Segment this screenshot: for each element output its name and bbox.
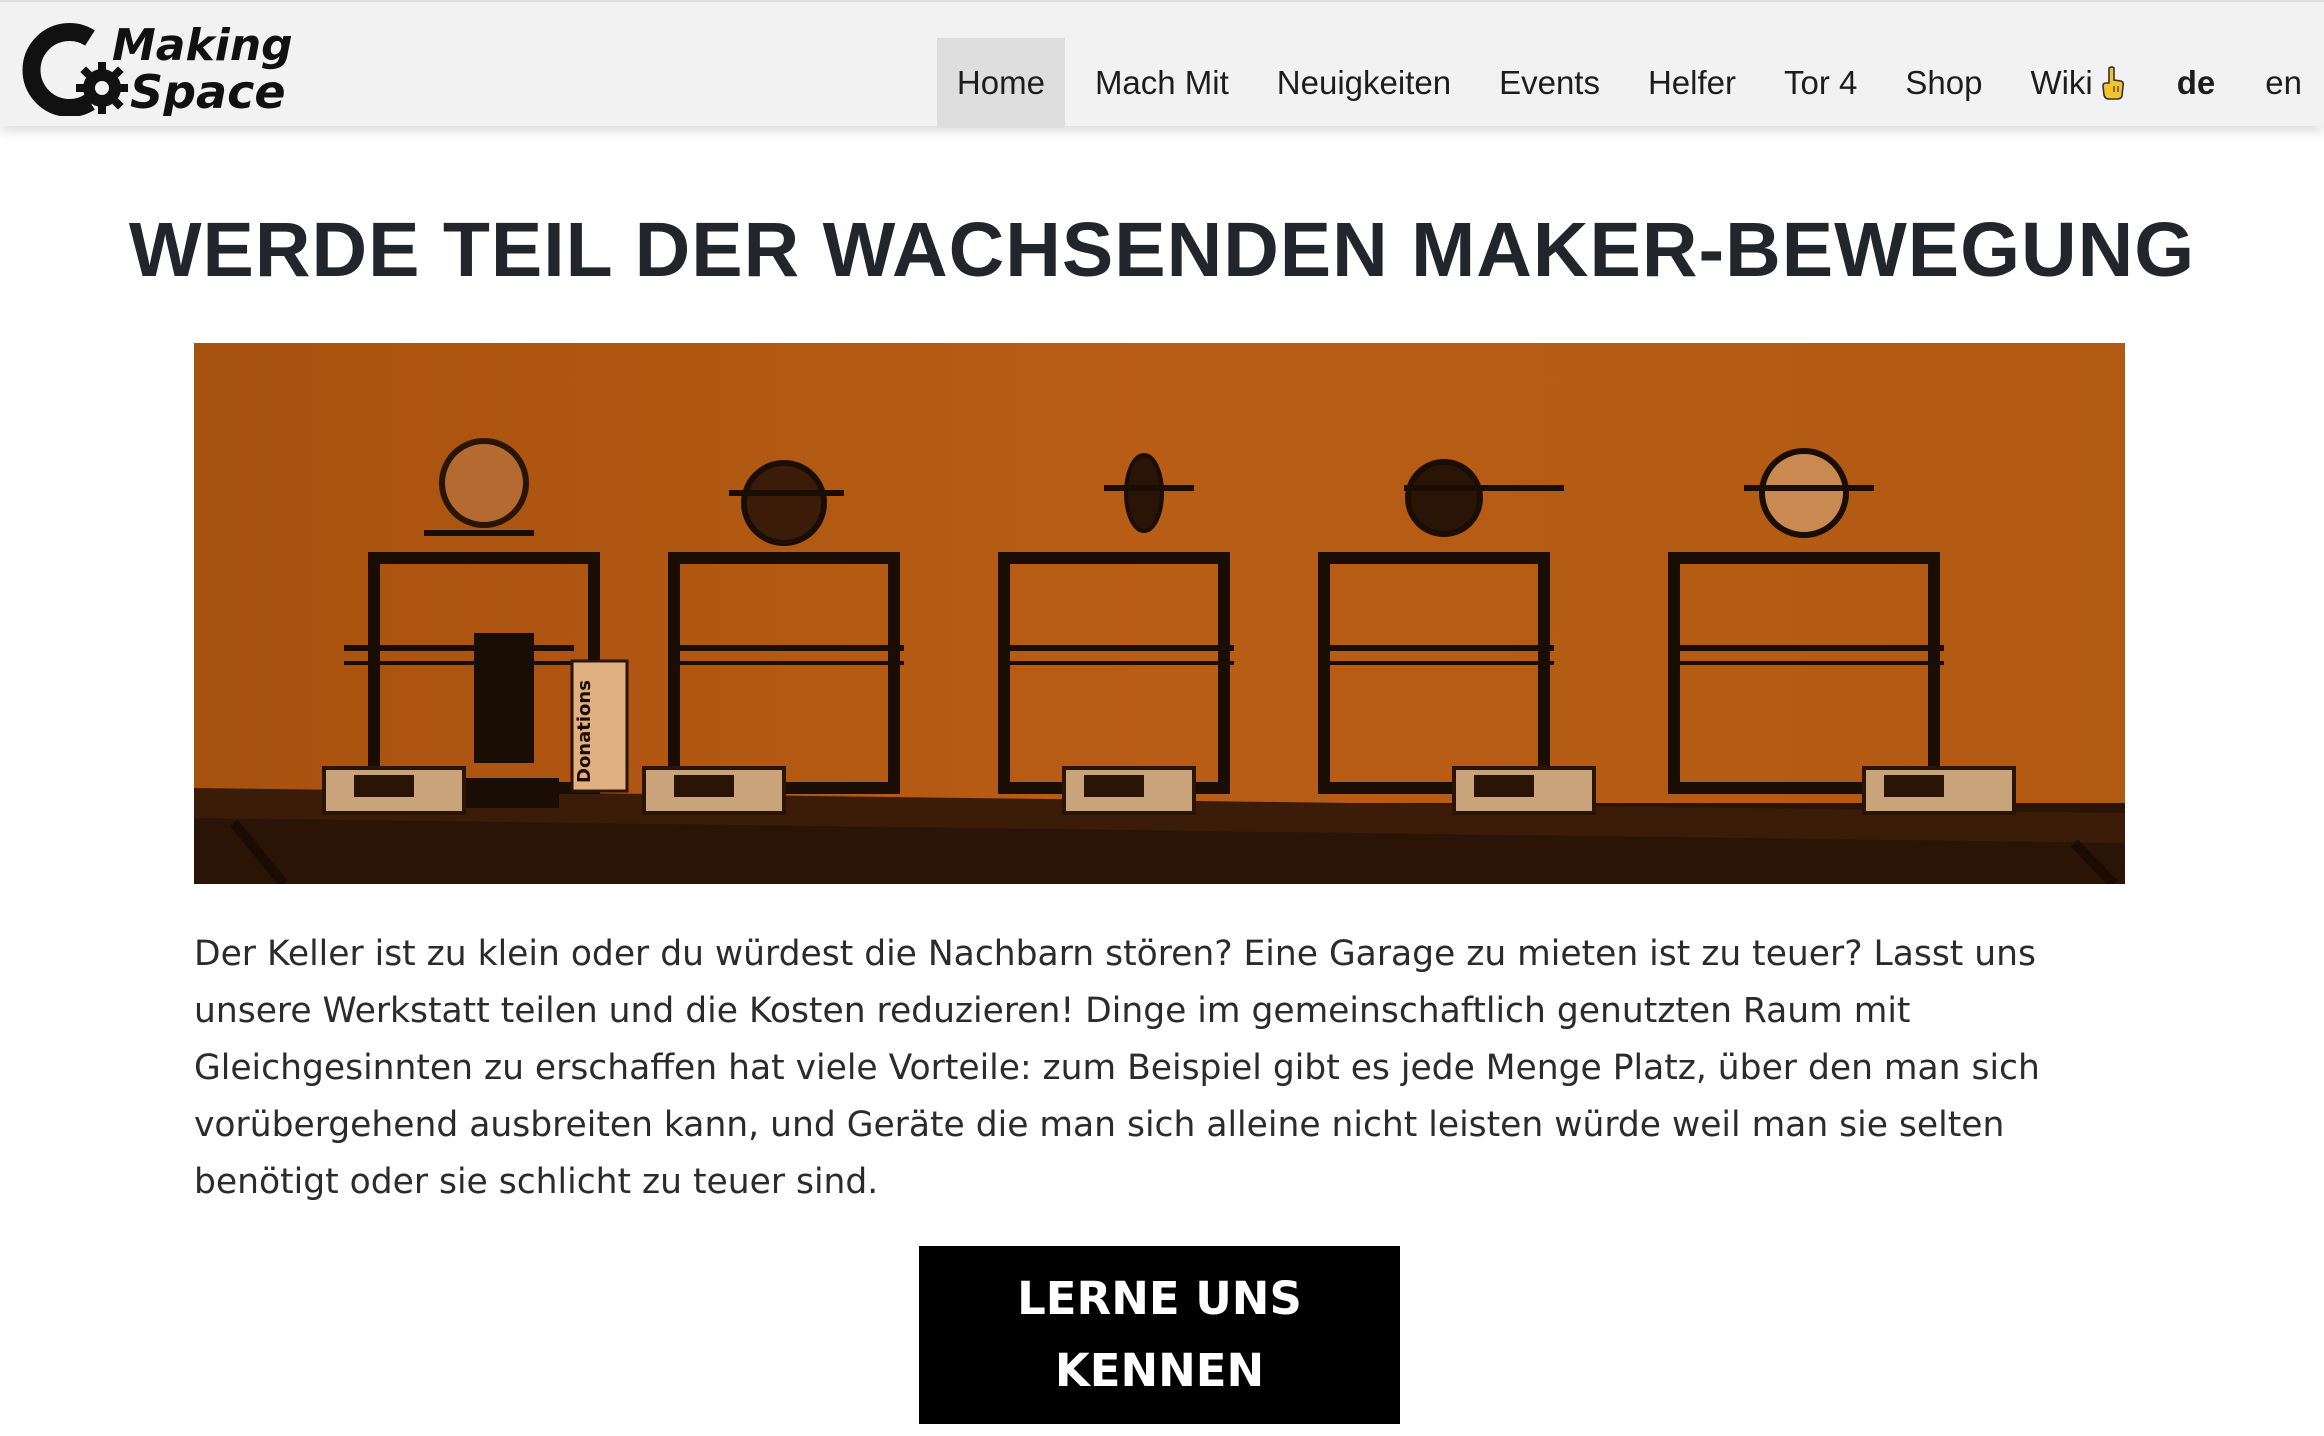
nav-item-helfer[interactable]: Helfer [1624, 38, 1760, 128]
intro-paragraph: Der Keller ist zu klein oder du würdest … [194, 934, 2040, 1202]
learn-more-button[interactable]: LERNE UNS KENNEN [919, 1246, 1400, 1424]
nav-item-neuigkeiten[interactable]: Neuigkeiten [1253, 38, 1475, 128]
logo-c-shape [22, 23, 95, 116]
nav-item-mach-mit[interactable]: Mach Mit [1071, 38, 1253, 128]
hero-printers-illustration: Donations [194, 343, 2125, 884]
nav-item-wiki-label: Wiki [2030, 64, 2093, 101]
page: Making Space Home Mach Mit Neuigkeiten E… [0, 0, 2324, 1436]
pointing-hand-icon [2101, 66, 2124, 100]
nav-item-events[interactable]: Events [1475, 38, 1624, 128]
nav-item-wiki[interactable]: Wiki [2006, 38, 2148, 128]
navbar: Making Space Home Mach Mit Neuigkeiten E… [0, 0, 2324, 128]
brand-line1: Making [112, 20, 293, 71]
main-nav: Home Mach Mit Neuigkeiten Events Helfer … [936, 38, 2324, 128]
nav-item-shop[interactable]: Shop [1881, 38, 2006, 128]
page-headline: WERDE TEIL DER WACHSENDEN MAKER-BEWEGUNG [128, 207, 2196, 293]
making-space-logo: Making Space [22, 20, 293, 116]
brand-line2: Space [130, 65, 286, 116]
hero-image: Donations [194, 343, 2125, 884]
donations-can-label: Donations [574, 680, 595, 783]
nav-item-home[interactable]: Home [936, 38, 1065, 128]
lang-en-link[interactable]: en [2241, 38, 2324, 128]
brand-logo-link[interactable]: Making Space [12, 16, 312, 116]
lang-de-link[interactable]: de [2149, 38, 2242, 128]
nav-item-tor-4[interactable]: Tor 4 [1760, 38, 1881, 128]
